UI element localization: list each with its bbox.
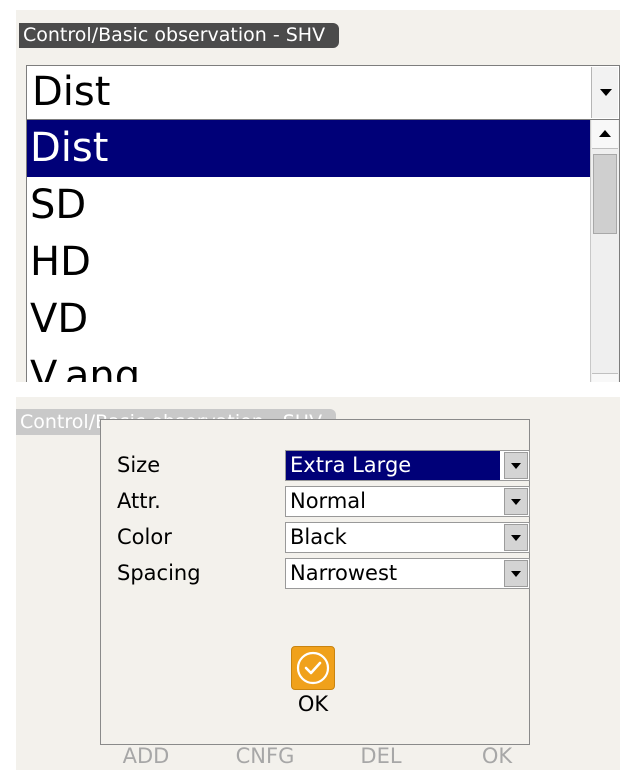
display-settings-dialog: Size Extra Large Attr. Normal Color Blac…: [100, 419, 530, 745]
softkey-ok[interactable]: OK: [452, 744, 542, 768]
scrollbar-thumb[interactable]: [593, 154, 617, 234]
item-dropdown[interactable]: Dist: [26, 65, 620, 120]
list-item[interactable]: HD: [27, 234, 592, 291]
chevron-down-icon: [511, 463, 521, 469]
scroll-down-button[interactable]: [592, 373, 618, 382]
screen-title: Control/Basic observation - SHV: [19, 23, 340, 48]
color-select[interactable]: Black: [285, 522, 530, 553]
softkey-bar: ADD CNFG DEL OK: [16, 742, 620, 770]
top-screen: Control/Basic observation - SHV Dist Dis…: [16, 10, 620, 382]
chevron-up-icon: [599, 130, 611, 137]
list-item[interactable]: Dist: [27, 120, 592, 177]
attr-value: Normal: [290, 489, 366, 513]
dropdown-list: Dist SD HD VD V.ang: [26, 120, 620, 382]
chevron-down-icon: [511, 499, 521, 505]
softkey-del[interactable]: DEL: [336, 744, 426, 768]
chevron-down-icon: [600, 89, 612, 96]
bottom-screen: Control/Basic observation - SHV ADD CNFG…: [16, 397, 620, 770]
softkey-cnfg[interactable]: CNFG: [220, 744, 310, 768]
spacing-dropdown-button[interactable]: [504, 560, 528, 587]
softkey-add[interactable]: ADD: [101, 744, 191, 768]
attr-dropdown-button[interactable]: [504, 488, 528, 515]
ok-button[interactable]: OK: [291, 646, 335, 716]
dropdown-value: Dist: [32, 69, 111, 115]
chevron-down-icon: [511, 571, 521, 577]
color-label: Color: [117, 525, 172, 549]
list-scrollbar[interactable]: [590, 120, 619, 382]
attr-select[interactable]: Normal: [285, 486, 530, 517]
list-item[interactable]: SD: [27, 177, 592, 234]
size-label: Size: [117, 453, 161, 477]
spacing-label: Spacing: [117, 561, 201, 585]
ok-button-label: OK: [297, 692, 329, 716]
spacing-select[interactable]: Narrowest: [285, 558, 530, 589]
size-value: Extra Large: [290, 453, 412, 477]
list-item[interactable]: V.ang: [27, 348, 592, 382]
list-item[interactable]: VD: [27, 291, 592, 348]
color-value: Black: [290, 525, 347, 549]
size-select[interactable]: Extra Large: [285, 450, 530, 481]
dropdown-arrow-button[interactable]: [591, 67, 618, 118]
checkmark-icon: [291, 646, 335, 690]
chevron-down-icon: [511, 535, 521, 541]
size-dropdown-button[interactable]: [504, 452, 528, 479]
spacing-value: Narrowest: [290, 561, 398, 585]
scroll-up-button[interactable]: [592, 120, 618, 149]
attr-label: Attr.: [117, 489, 161, 513]
color-dropdown-button[interactable]: [504, 524, 528, 551]
